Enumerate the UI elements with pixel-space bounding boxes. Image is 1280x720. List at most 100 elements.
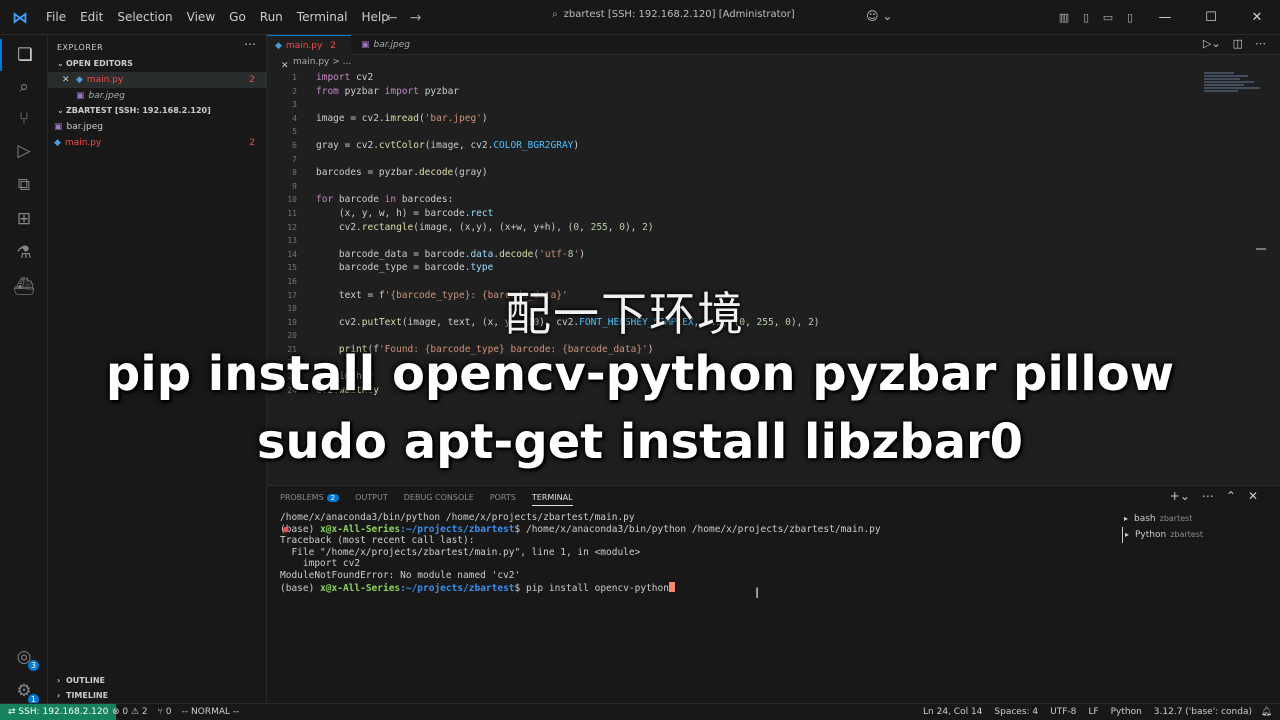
- menu-selection[interactable]: Selection: [111, 0, 178, 35]
- open-editors-header[interactable]: ⌄ OPEN EDITORS: [48, 56, 267, 72]
- line-number: 19: [287, 317, 297, 327]
- timeline-header[interactable]: › TIMELINE: [48, 688, 267, 704]
- line-number: 13: [287, 236, 297, 246]
- terminal-cursor: [668, 581, 675, 592]
- file-item[interactable]: ◆ main.py 2: [48, 135, 267, 151]
- prompt-env: (base): [280, 582, 315, 594]
- close-panel-icon[interactable]: ✕: [1248, 489, 1258, 503]
- menu-terminal[interactable]: Terminal: [291, 0, 354, 35]
- line-number: 17: [287, 290, 297, 300]
- language-mode[interactable]: Python: [1111, 704, 1142, 720]
- secondary-sidebar-toggle-icon[interactable]: ▯: [1120, 11, 1140, 24]
- menu-go[interactable]: Go: [223, 0, 252, 35]
- accounts-icon[interactable]: ◎ 3: [0, 641, 48, 673]
- tab-ports[interactable]: PORTS: [490, 491, 516, 506]
- error-dot-icon: ●: [283, 523, 289, 535]
- python-file-icon: ◆: [275, 41, 282, 51]
- command-center[interactable]: ⌕ zbartest [SSH: 192.168.2.120] [Administ…: [552, 9, 795, 20]
- panel-actions: +⌄ ⋯ ⌃ ✕: [1170, 489, 1258, 503]
- tab-debug-console[interactable]: DEBUG CONSOLE: [404, 491, 474, 506]
- remote-indicator[interactable]: ⇄ SSH: 192.168.2.120: [0, 704, 117, 720]
- code-line: import cv2: [316, 72, 374, 83]
- search-icon[interactable]: ⌕: [0, 71, 48, 103]
- encoding[interactable]: UTF-8: [1050, 704, 1076, 720]
- timeline-label: TIMELINE: [66, 691, 109, 700]
- new-terminal-icon[interactable]: +⌄: [1170, 489, 1190, 503]
- minimize-button[interactable]: —: [1142, 10, 1188, 25]
- folder-header[interactable]: ⌄ ZBARTEST [SSH: 192.168.2.120]: [48, 103, 267, 119]
- layout-toggle-icon[interactable]: ▥: [1054, 11, 1074, 24]
- close-icon[interactable]: ✕: [62, 72, 70, 88]
- explorer-title: EXPLORER: [57, 43, 103, 52]
- outline-header[interactable]: › OUTLINE: [48, 673, 267, 689]
- line-number: 1: [292, 73, 297, 82]
- close-icon[interactable]: ✕: [281, 61, 289, 71]
- line-number: 18: [287, 304, 297, 314]
- eol[interactable]: LF: [1088, 704, 1098, 720]
- scrollbar-marker[interactable]: [1256, 248, 1266, 250]
- terminal-list-item[interactable]: ▸ bash zbartest: [1122, 511, 1262, 527]
- outline-label: OUTLINE: [66, 676, 105, 685]
- back-arrow-icon[interactable]: ←: [386, 10, 398, 26]
- notifications-bell-icon[interactable]: 🔔︎: [1261, 704, 1272, 720]
- split-editor-icon[interactable]: ◫: [1233, 37, 1243, 50]
- testing-icon[interactable]: ⚗: [0, 237, 48, 269]
- menu-view[interactable]: View: [181, 0, 221, 35]
- more-actions-icon[interactable]: ⋯: [1255, 37, 1266, 50]
- terminal-list: ▸ bash zbartest ▸ Python zbartest: [1122, 511, 1262, 543]
- close-button[interactable]: ✕: [1234, 10, 1280, 25]
- sidebar-toggle-icon[interactable]: ▯: [1076, 11, 1096, 24]
- run-debug-icon[interactable]: ▷: [0, 135, 48, 167]
- forward-arrow-icon[interactable]: →: [410, 10, 422, 26]
- tab-problems[interactable]: PROBLEMS 2: [280, 491, 340, 506]
- menu-bar: File Edit Selection View Go Run Terminal…: [40, 0, 395, 35]
- terminal-list-item[interactable]: ▸ Python zbartest: [1122, 527, 1262, 543]
- problems-status[interactable]: ⊗ 0 ⚠ 2: [112, 704, 148, 720]
- menu-file[interactable]: File: [40, 0, 72, 35]
- terminal-line: import cv2: [280, 558, 361, 570]
- docker-icon[interactable]: ⛴: [0, 271, 48, 303]
- python-interpreter[interactable]: 3.12.7 ('base': conda): [1154, 704, 1252, 720]
- copilot-icon[interactable]: ☺ ⌄: [866, 9, 892, 23]
- maximize-panel-icon[interactable]: ⌃: [1226, 489, 1236, 503]
- code-line: text = f'{barcode_type}: {barcode_data}': [316, 289, 568, 301]
- panel-toggle-icon[interactable]: ▭: [1098, 11, 1118, 24]
- ports-status[interactable]: ⑂ 0: [158, 704, 172, 720]
- code-line: barcode_type = barcode.type: [316, 262, 494, 274]
- tab-problems-label: PROBLEMS: [280, 493, 324, 502]
- tab-bar-jpeg[interactable]: ▣ bar.jpeg: [353, 35, 433, 55]
- minimap[interactable]: [1204, 71, 1280, 99]
- open-editor-item[interactable]: ✕ ◆ main.py 2: [48, 72, 267, 88]
- more-actions-icon[interactable]: ⋯: [1202, 489, 1214, 503]
- run-python-icon[interactable]: ▷⌄: [1203, 37, 1221, 50]
- terminal-icon: ▸: [1124, 514, 1129, 523]
- explorer-icon[interactable]: ❏: [0, 39, 48, 71]
- editor-tabs: ◆ main.py 2 ✕ ▣ bar.jpeg ▷⌄ ◫ ⋯: [267, 35, 1280, 71]
- menu-run[interactable]: Run: [254, 0, 289, 35]
- code-line: barcodes = pyzbar.decode(gray): [316, 167, 488, 179]
- line-number: 10: [287, 195, 297, 205]
- cursor-position[interactable]: Ln 24, Col 14: [923, 704, 982, 720]
- terminal-output[interactable]: /home/x/anaconda3/bin/python /home/x/pro…: [280, 512, 1110, 594]
- more-actions-icon[interactable]: ⋯: [244, 37, 256, 51]
- breadcrumb[interactable]: main.py > ...: [293, 57, 351, 67]
- open-editor-item[interactable]: ▣ bar.jpeg: [48, 88, 267, 104]
- overlay-caption-line2: sudo apt-get install libzbar0: [256, 414, 1024, 470]
- tab-output[interactable]: OUTPUT: [355, 491, 388, 506]
- menu-edit[interactable]: Edit: [74, 0, 109, 35]
- file-item[interactable]: ▣ bar.jpeg: [48, 119, 267, 135]
- source-control-icon[interactable]: ⑂: [0, 103, 48, 135]
- panel-tabs: PROBLEMS 2 OUTPUT DEBUG CONSOLE PORTS TER…: [280, 491, 573, 506]
- terminal-line: File "/home/x/projects/zbartest/main.py"…: [280, 546, 641, 558]
- tab-terminal[interactable]: TERMINAL: [531, 491, 573, 506]
- remote-explorer-icon[interactable]: ⧉: [0, 169, 48, 201]
- extensions-icon[interactable]: ⊞: [0, 203, 48, 235]
- tab-main-py[interactable]: ◆ main.py 2 ✕: [267, 35, 351, 71]
- indentation[interactable]: Spaces: 4: [994, 704, 1038, 720]
- maximize-button[interactable]: ☐: [1188, 10, 1234, 25]
- vim-mode: -- NORMAL --: [181, 707, 240, 717]
- code-line: for barcode in barcodes:: [316, 194, 454, 206]
- chevron-down-icon: ⌄: [57, 106, 64, 115]
